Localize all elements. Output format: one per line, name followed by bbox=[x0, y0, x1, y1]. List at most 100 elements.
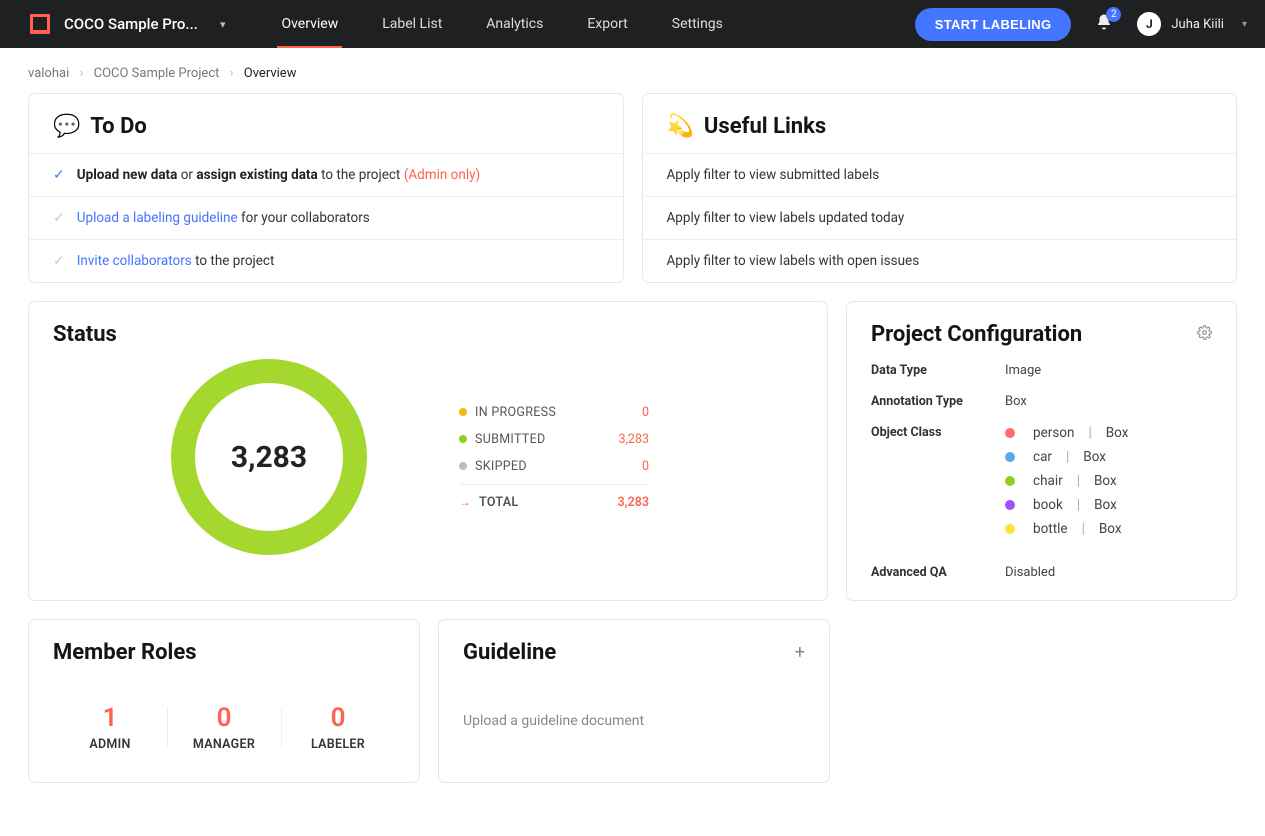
arrow-right-icon: → bbox=[459, 495, 471, 509]
plus-icon[interactable]: + bbox=[795, 642, 805, 663]
useful-links-card: 💫 Useful Links Apply filter to view submi… bbox=[642, 93, 1238, 283]
project-name[interactable]: COCO Sample Pro... bbox=[64, 15, 198, 33]
sparkle-icon: 💫 bbox=[667, 114, 694, 139]
breadcrumb-current: Overview bbox=[244, 66, 297, 81]
role-count: 0 bbox=[281, 703, 395, 733]
chevron-down-icon[interactable]: ▾ bbox=[220, 18, 226, 31]
legend-row: SUBMITTED 3,283 bbox=[459, 426, 649, 453]
todo-item[interactable]: ✓ Upload a labeling guideline for your co… bbox=[29, 196, 623, 239]
object-class-row: car|Box bbox=[1005, 449, 1128, 465]
class-name: bottle bbox=[1033, 521, 1068, 537]
useful-link-item[interactable]: Apply filter to view labels updated toda… bbox=[643, 196, 1237, 239]
class-name: car bbox=[1033, 449, 1052, 465]
legend-dot-icon bbox=[459, 462, 467, 470]
role-label: MANAGER bbox=[167, 737, 281, 752]
config-title: Project Configuration bbox=[871, 322, 1082, 347]
object-class-list: person|Boxcar|Boxchair|Boxbook|Boxbottle… bbox=[1005, 425, 1128, 545]
links-title: Useful Links bbox=[704, 114, 826, 139]
role-labeler: 0 LABELER bbox=[281, 703, 395, 752]
class-color-dot bbox=[1005, 428, 1015, 438]
todo-link[interactable]: Upload a labeling guideline bbox=[77, 210, 238, 226]
todo-item[interactable]: ✓ Invite collaborators to the project bbox=[29, 239, 623, 282]
tab-export[interactable]: Export bbox=[565, 0, 649, 48]
nav-tabs: OverviewLabel ListAnalyticsExportSetting… bbox=[259, 0, 744, 48]
role-manager: 0 MANAGER bbox=[167, 703, 281, 752]
object-class-row: chair|Box bbox=[1005, 473, 1128, 489]
object-class-label: Object Class bbox=[871, 425, 1005, 545]
members-title: Member Roles bbox=[53, 640, 395, 665]
logo-icon bbox=[30, 14, 50, 34]
chevron-down-icon: ▾ bbox=[1242, 19, 1247, 30]
check-icon: ✓ bbox=[53, 253, 65, 269]
user-menu[interactable]: J Juha Kiili ▾ bbox=[1137, 12, 1247, 36]
object-class-row: bottle|Box bbox=[1005, 521, 1128, 537]
start-labeling-button[interactable]: START LABELING bbox=[915, 8, 1072, 41]
legend-dot-icon bbox=[459, 435, 467, 443]
legend-dot-icon bbox=[459, 408, 467, 416]
legend-total-label: TOTAL bbox=[479, 495, 518, 510]
tab-settings[interactable]: Settings bbox=[650, 0, 745, 48]
tab-label-list[interactable]: Label List bbox=[360, 0, 464, 48]
todo-text: Upload a labeling guideline for your col… bbox=[77, 210, 370, 226]
legend-label: SUBMITTED bbox=[475, 432, 545, 447]
speech-icon: 💬 bbox=[53, 114, 80, 139]
useful-link-item[interactable]: Apply filter to view submitted labels bbox=[643, 153, 1237, 196]
useful-link-item[interactable]: Apply filter to view labels with open is… bbox=[643, 239, 1237, 282]
data-type-value: Image bbox=[1005, 363, 1041, 378]
class-name: person bbox=[1033, 425, 1074, 441]
breadcrumb-org[interactable]: valohai bbox=[28, 66, 69, 81]
user-name: Juha Kiili bbox=[1171, 17, 1224, 32]
member-roles-card: Member Roles 1ADMIN0MANAGER0LABELER bbox=[28, 619, 420, 783]
legend-total-row: → TOTAL 3,283 bbox=[459, 489, 649, 516]
class-type: Box bbox=[1083, 449, 1106, 465]
todo-card: 💬To Do ✓Upload new data or assign existi… bbox=[28, 93, 624, 283]
class-color-dot bbox=[1005, 500, 1015, 510]
class-type: Box bbox=[1106, 425, 1129, 441]
class-name: book bbox=[1033, 497, 1063, 513]
legend-value: 0 bbox=[642, 459, 649, 474]
advanced-qa-value: Disabled bbox=[1005, 565, 1055, 580]
legend-label: SKIPPED bbox=[475, 459, 527, 474]
gear-icon[interactable] bbox=[1197, 325, 1212, 344]
notifications-button[interactable]: 2 bbox=[1095, 13, 1113, 35]
todo-item[interactable]: ✓Upload new data or assign existing data… bbox=[29, 153, 623, 196]
legend-label: IN PROGRESS bbox=[475, 405, 556, 420]
class-type: Box bbox=[1094, 473, 1117, 489]
breadcrumb: valohai › COCO Sample Project › Overview bbox=[0, 48, 1265, 93]
legend-row: SKIPPED 0 bbox=[459, 453, 649, 480]
object-class-row: book|Box bbox=[1005, 497, 1128, 513]
role-label: LABELER bbox=[281, 737, 395, 752]
legend-value: 0 bbox=[642, 405, 649, 420]
tab-analytics[interactable]: Analytics bbox=[464, 0, 565, 48]
legend-value: 3,283 bbox=[618, 432, 649, 447]
notif-badge: 2 bbox=[1106, 7, 1121, 22]
guideline-card: Guideline + Upload a guideline document bbox=[438, 619, 830, 783]
role-admin: 1 ADMIN bbox=[53, 703, 167, 752]
avatar: J bbox=[1137, 12, 1161, 36]
advanced-qa-label: Advanced QA bbox=[871, 565, 1005, 580]
check-icon: ✓ bbox=[53, 210, 65, 226]
project-config-card: Project Configuration Data TypeImage Ann… bbox=[846, 301, 1237, 601]
role-count: 1 bbox=[53, 703, 167, 733]
legend-total-value: 3,283 bbox=[617, 495, 649, 510]
todo-link[interactable]: Invite collaborators bbox=[77, 253, 192, 269]
role-label: ADMIN bbox=[53, 737, 167, 752]
class-type: Box bbox=[1099, 521, 1122, 537]
tab-overview[interactable]: Overview bbox=[259, 0, 360, 48]
anno-type-value: Box bbox=[1005, 394, 1027, 409]
breadcrumb-project[interactable]: COCO Sample Project bbox=[94, 66, 220, 81]
class-color-dot bbox=[1005, 524, 1015, 534]
data-type-label: Data Type bbox=[871, 363, 1005, 378]
status-total-center: 3,283 bbox=[169, 357, 369, 557]
role-count: 0 bbox=[167, 703, 281, 733]
status-card: Status 3,283 IN PROGRESS0SUBMITTED3,283S… bbox=[28, 301, 828, 601]
guideline-text[interactable]: Upload a guideline document bbox=[463, 713, 805, 729]
todo-text: Invite collaborators to the project bbox=[77, 253, 275, 269]
status-legend: IN PROGRESS 0 SUBMITTED 3,283 SKIPPED 0 → TOTAL… bbox=[459, 399, 649, 516]
todo-text: Upload new data or assign existing data … bbox=[77, 167, 480, 183]
status-title: Status bbox=[29, 302, 827, 347]
class-color-dot bbox=[1005, 476, 1015, 486]
anno-type-label: Annotation Type bbox=[871, 394, 1005, 409]
class-color-dot bbox=[1005, 452, 1015, 462]
class-type: Box bbox=[1094, 497, 1117, 513]
